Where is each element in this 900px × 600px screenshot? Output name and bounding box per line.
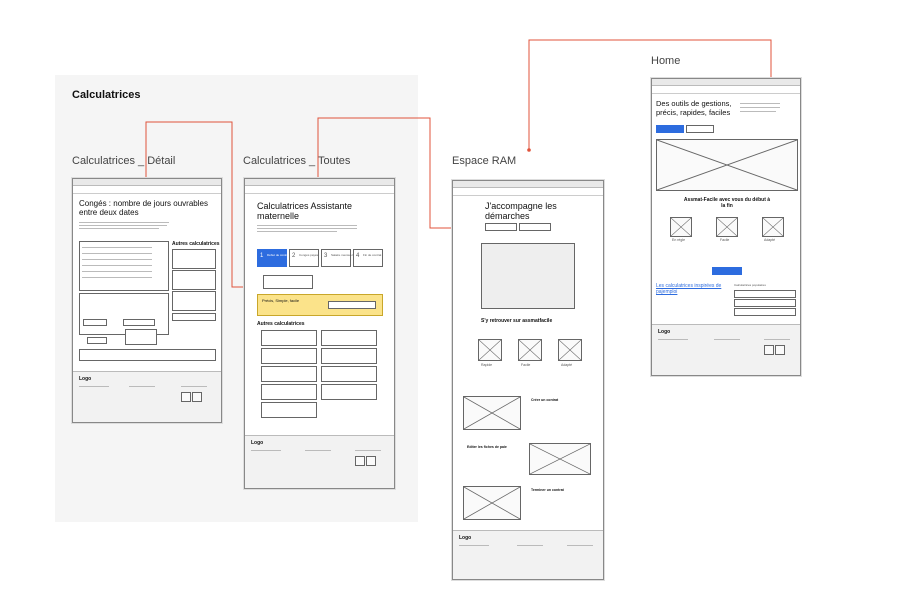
calc-card[interactable] [321, 330, 377, 346]
nav-bar [453, 187, 603, 196]
page-title: Congés : nombre de jours ouvrables entre… [79, 199, 208, 217]
feature-label: Adapté [561, 363, 573, 367]
calc-card[interactable] [321, 384, 377, 400]
page-title: Calculatrices Assistante maternelle [257, 201, 353, 221]
social-icon[interactable] [355, 456, 365, 466]
aside-button[interactable] [172, 313, 216, 321]
feature-image [670, 217, 692, 237]
documents-panel [481, 243, 575, 309]
footer: Logo [245, 435, 394, 488]
nav-bar [652, 85, 800, 94]
calculators-link[interactable]: Les calculatrices inspirées de pajemploi [656, 283, 726, 295]
wireframe-detail: Congés : nombre de jours ouvrables entre… [72, 178, 222, 423]
block-title: Terminer un contrat [531, 488, 564, 492]
feature-label: Adapté [764, 238, 776, 242]
footer-logo: Logo [251, 440, 264, 446]
aside-title: Autres calculatrices [172, 241, 220, 247]
step-card-3[interactable]: 3 Salaire mensuel [321, 249, 353, 267]
block-title: Créer un contrat [531, 398, 559, 402]
social-icon[interactable] [181, 392, 191, 402]
ram-button[interactable] [519, 223, 551, 231]
feature-image [478, 339, 502, 361]
feature-label: Rapide [481, 363, 493, 367]
wireframe-home: Des outils de gestions, précis, rapides,… [651, 78, 801, 376]
help-banner [79, 349, 216, 361]
frame-label-detail: Calculatrices _ Détail [72, 155, 176, 167]
popular-title: Calculatrices populaires [734, 283, 766, 287]
cta-button[interactable] [712, 267, 742, 275]
page-title: Des outils de gestions, précis, rapides,… [656, 99, 732, 117]
wireframe-ram: J'accompagne les démarches S'y retrouver… [452, 180, 604, 580]
social-icon[interactable] [775, 345, 785, 355]
feature-label: Facile [720, 238, 730, 242]
social-icon[interactable] [192, 392, 202, 402]
date-selector[interactable] [79, 241, 169, 291]
social-icon[interactable] [764, 345, 774, 355]
aside-card[interactable] [172, 291, 216, 311]
feature-image [518, 339, 542, 361]
cta-button[interactable] [656, 125, 684, 133]
social-icon[interactable] [366, 456, 376, 466]
feature-image [762, 217, 784, 237]
frame-label-ram: Espace RAM [452, 155, 517, 167]
footer-logo: Logo [459, 535, 472, 541]
block-image [463, 486, 521, 520]
feature-image [558, 339, 582, 361]
step-card-2[interactable]: 2 Congés payés [289, 249, 319, 267]
input-field[interactable] [123, 319, 155, 326]
calc-button[interactable] [87, 337, 107, 344]
calc-card[interactable] [261, 348, 317, 364]
popular-item[interactable] [734, 299, 796, 307]
wireframe-toutes: Calculatrices Assistante maternelle 1 Dé… [244, 178, 395, 489]
hero-image [656, 139, 798, 191]
aside-card[interactable] [172, 270, 216, 290]
nav-bar [73, 185, 221, 194]
footer-logo: Logo [658, 329, 671, 335]
page-title: J'accompagne les démarches [485, 201, 557, 221]
footer: Logo [453, 530, 603, 579]
block-title: Editer les fiches de paie [467, 445, 507, 449]
calc-card[interactable] [261, 402, 317, 418]
step-card-1[interactable]: 1 Début de contrat [257, 249, 289, 267]
calc-card[interactable] [321, 366, 377, 382]
feature-label: Facile [521, 363, 531, 367]
calc-card[interactable] [261, 384, 317, 400]
frame-label-toutes: Calculatrices _ Toutes [243, 155, 351, 167]
frame-label-home: Home [651, 55, 681, 67]
selected-calc-card[interactable] [263, 275, 313, 289]
calc-card[interactable] [321, 348, 377, 364]
block-image [529, 443, 591, 475]
footer-logo: Logo [79, 376, 92, 382]
input-field[interactable] [83, 319, 107, 326]
others-title: Autres calculatrices [257, 321, 305, 327]
secondary-button[interactable] [686, 125, 714, 133]
step-card-4[interactable]: 4 Fin de contrat [353, 249, 383, 267]
calc-card[interactable] [261, 330, 317, 346]
feature-label: En règle [672, 238, 686, 242]
ram-button[interactable] [485, 223, 517, 231]
promo-button[interactable] [328, 301, 376, 309]
calc-card[interactable] [261, 366, 317, 382]
popular-item[interactable] [734, 290, 796, 298]
feature-image [716, 217, 738, 237]
promo-banner: Précis, Simple, facile [257, 294, 383, 316]
aside-card[interactable] [172, 249, 216, 269]
ram-subtitle: S'y retrouver sur assmatfacile [481, 318, 553, 324]
result-box [125, 329, 157, 345]
nav-bar [245, 185, 394, 194]
footer: Logo [73, 371, 221, 422]
home-subtitle: Assmat-Facile avec vous du début à la fi… [683, 197, 771, 209]
popular-item[interactable] [734, 308, 796, 316]
block-image [463, 396, 521, 430]
footer: Logo [652, 324, 800, 375]
section-title: Calculatrices [72, 89, 141, 101]
